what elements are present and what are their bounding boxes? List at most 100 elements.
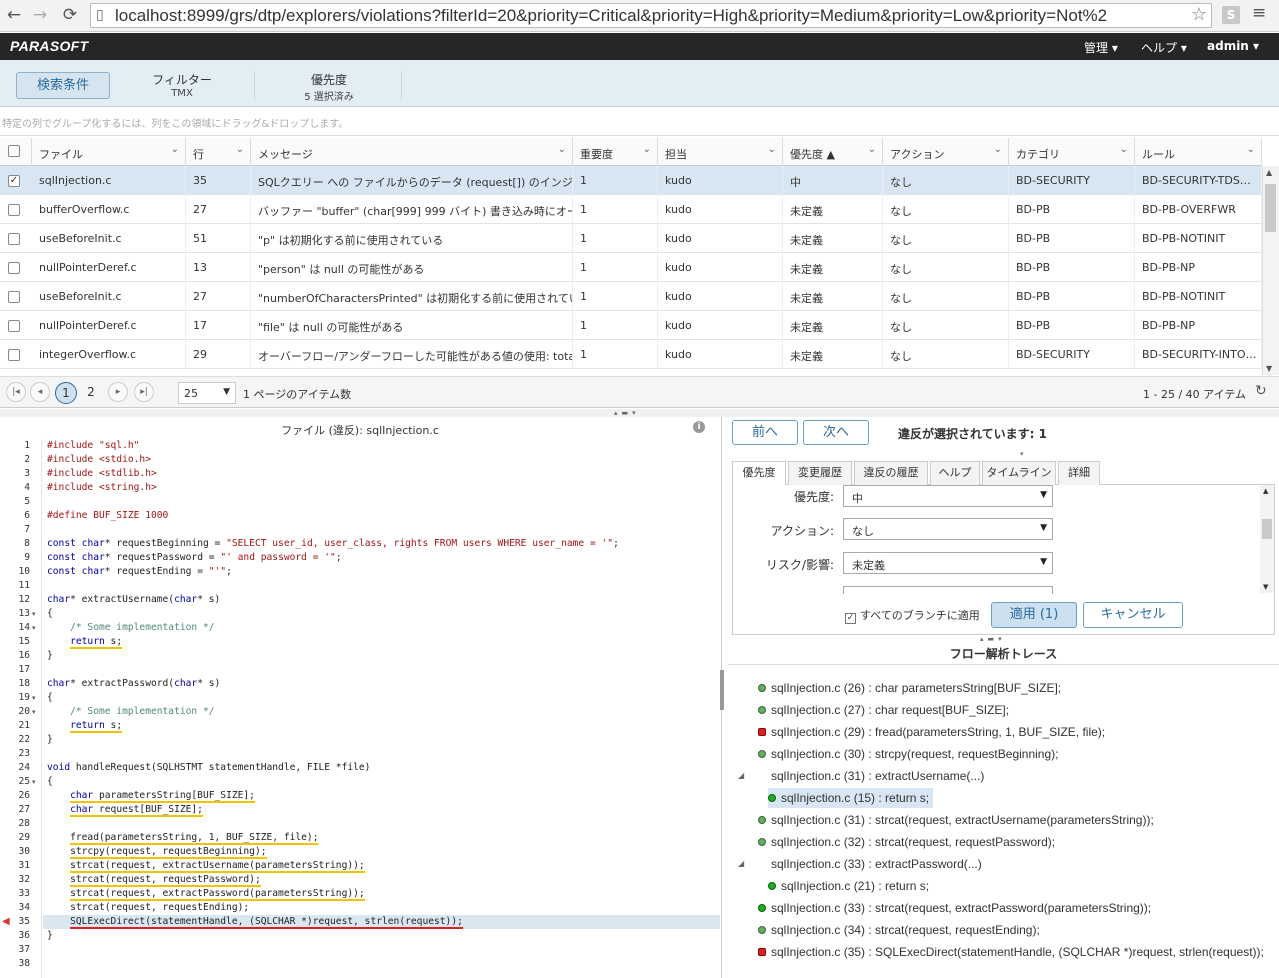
flow-trace-item[interactable]: sqlInjection.c (15) : return s;: [768, 788, 934, 808]
table-row[interactable]: useBeforeInit.c 51 "p" は初期化する前に使用されている 1 kud…: [0, 224, 1262, 253]
col-rule[interactable]: ルール ⌄: [1135, 138, 1262, 166]
tab-timeline[interactable]: タイムライン: [982, 461, 1056, 485]
col-message[interactable]: メッセージ ⌄: [251, 138, 573, 166]
bookmark-star-icon[interactable]: ☆: [1191, 4, 1207, 25]
flow-trace-item[interactable]: sqlInjection.c (27) : char request[BUF_S…: [758, 700, 1009, 720]
col-assignee[interactable]: 担当 ⌄: [658, 138, 783, 166]
url-text[interactable]: localhost:8999/grs/dtp/explorers/violati…: [115, 6, 1190, 26]
row-checkbox[interactable]: [8, 320, 20, 332]
last-page-icon[interactable]: ▸|: [134, 382, 154, 402]
col-action[interactable]: アクション ⌄: [883, 138, 1009, 166]
chevron-down-icon[interactable]: ⌄: [768, 144, 776, 155]
tab-details[interactable]: 詳細: [1058, 461, 1100, 485]
grid-scrollbar[interactable]: ▲ ▼: [1262, 166, 1279, 375]
expand-toggle-icon[interactable]: ◢: [738, 854, 744, 874]
tab-help[interactable]: ヘルプ: [930, 461, 980, 485]
select-all-cell[interactable]: [0, 138, 32, 166]
splitter-handle-icon[interactable]: ▴▬▾: [614, 409, 640, 417]
select-all-checkbox[interactable]: [8, 145, 20, 157]
grid-scroll-thumb[interactable]: [1265, 184, 1276, 232]
flow-trace-item[interactable]: sqlInjection.c (29) : fread(parametersSt…: [758, 722, 1105, 742]
first-page-icon[interactable]: |◂: [6, 382, 26, 402]
priority-selector[interactable]: 優先度 5 選択済み: [257, 71, 402, 103]
scroll-down-icon[interactable]: ▼: [1263, 583, 1268, 591]
flow-trace-item[interactable]: sqlInjection.c (31) : strcat(request, ex…: [758, 810, 1154, 830]
chevron-down-icon[interactable]: ⌄: [868, 144, 876, 155]
table-row[interactable]: bufferOverflow.c 27 バッファー "buffer" (char[9…: [0, 195, 1262, 224]
next-violation-button[interactable]: 次へ: [803, 420, 869, 445]
tab-priority[interactable]: 優先度: [732, 461, 786, 486]
row-checkbox[interactable]: [8, 262, 20, 274]
table-row[interactable]: integerOverflow.c 29 オーバーフロー/アンダーフローした可能性が…: [0, 340, 1262, 369]
prev-violation-button[interactable]: 前へ: [732, 420, 798, 445]
splitter-handle-icon[interactable]: ▴▬▾: [980, 635, 1006, 643]
col-priority[interactable]: 優先度 ▲ ⌄: [783, 138, 883, 166]
chevron-down-icon[interactable]: ⌄: [558, 144, 566, 155]
flow-trace-item[interactable]: sqlInjection.c (21) : return s;: [768, 876, 929, 896]
chevron-down-icon[interactable]: ⌄: [171, 144, 179, 155]
form-scroll-thumb[interactable]: [1262, 519, 1272, 539]
table-row[interactable]: ✓ sqlInjection.c 35 SQLクエリー への ファイルからのデータ (…: [0, 166, 1262, 195]
browser-menu-icon[interactable]: ≡: [1252, 3, 1266, 23]
flow-trace-item[interactable]: sqlInjection.c (32) : strcat(request, re…: [758, 832, 1055, 852]
expand-toggle-icon[interactable]: ◢: [738, 766, 744, 786]
flow-trace-item[interactable]: sqlInjection.c (31) : extractUsername(..…: [758, 766, 984, 786]
chevron-down-icon[interactable]: ⌄: [994, 144, 1002, 155]
page-size-select[interactable]: 25 ▼: [178, 382, 236, 404]
flow-trace-item[interactable]: sqlInjection.c (26) : char parametersStr…: [758, 678, 1061, 698]
chevron-down-icon[interactable]: ⌄: [643, 144, 651, 155]
col-line[interactable]: 行 ⌄: [186, 138, 251, 166]
admin-menu[interactable]: 管理 ▾: [1084, 39, 1118, 56]
page-number-current[interactable]: 1: [55, 382, 77, 404]
filter-selector[interactable]: フィルター TMX: [110, 71, 255, 99]
col-category[interactable]: カテゴリ ⌄: [1009, 138, 1135, 166]
apply-all-branches[interactable]: ✓ すべてのブランチに適用: [845, 607, 980, 624]
apply-button[interactable]: 適用 (1): [991, 602, 1077, 628]
table-row[interactable]: useBeforeInit.c 27 "numberOfCharactersPrin…: [0, 282, 1262, 311]
fold-toggle-icon[interactable]: ▾: [32, 775, 36, 789]
collapse-caret-icon[interactable]: ▾: [1020, 450, 1024, 458]
code-editor[interactable]: #include "sql.h" #include <stdio.h> #inclu…: [43, 439, 720, 978]
forward-arrow-icon[interactable]: →: [29, 4, 51, 26]
chevron-down-icon[interactable]: ⌄: [1120, 144, 1128, 155]
col-file[interactable]: ファイル ⌄: [32, 138, 186, 166]
tab-change-history[interactable]: 変更履歴: [788, 461, 852, 485]
flow-trace-item[interactable]: sqlInjection.c (34) : strcat(request, re…: [758, 920, 1040, 940]
row-checkbox[interactable]: [8, 291, 20, 303]
flow-trace-item[interactable]: sqlInjection.c (35) : SQLExecDirect(stat…: [758, 942, 1264, 962]
reload-icon[interactable]: ⟳: [59, 4, 81, 26]
vertical-splitter-handle[interactable]: [720, 670, 724, 710]
address-bar[interactable]: ▯ localhost:8999/grs/dtp/explorers/viola…: [90, 3, 1212, 28]
row-checkbox[interactable]: [8, 233, 20, 245]
extension-icon[interactable]: S: [1222, 6, 1240, 24]
table-row[interactable]: nullPointerDeref.c 13 "person" は null の可能性…: [0, 253, 1262, 282]
user-menu[interactable]: admin ▾: [1207, 39, 1259, 53]
deadline-field-partial[interactable]: [843, 586, 1053, 594]
row-checkbox[interactable]: ✓: [8, 175, 20, 187]
flow-trace-item[interactable]: sqlInjection.c (30) : strcpy(request, re…: [758, 744, 1058, 764]
help-menu[interactable]: ヘルプ ▾: [1141, 39, 1187, 56]
info-icon[interactable]: i: [693, 421, 705, 433]
tab-violation-history[interactable]: 違反の履歴: [854, 461, 928, 485]
row-checkbox[interactable]: [8, 349, 20, 361]
apply-all-checkbox[interactable]: ✓: [845, 613, 856, 624]
back-arrow-icon[interactable]: ←: [3, 4, 25, 26]
horizontal-splitter[interactable]: ▴▬▾: [0, 409, 1279, 417]
search-criteria-button[interactable]: 検索条件: [16, 72, 110, 99]
row-checkbox[interactable]: [8, 204, 20, 216]
priority-select[interactable]: 中 ▼: [843, 485, 1053, 507]
violation-marker-icon[interactable]: ◀: [2, 915, 10, 929]
chevron-down-icon[interactable]: ⌄: [1247, 144, 1255, 155]
risk-select[interactable]: 未定義 ▼: [843, 552, 1053, 574]
fold-toggle-icon[interactable]: ▾: [32, 607, 36, 621]
action-select[interactable]: なし ▼: [843, 518, 1053, 540]
cancel-button[interactable]: キャンセル: [1083, 602, 1183, 628]
fold-toggle-icon[interactable]: ▾: [32, 691, 36, 705]
next-page-icon[interactable]: ▸: [108, 382, 128, 402]
table-row[interactable]: nullPointerDeref.c 17 "file" は null の可能性があ…: [0, 311, 1262, 340]
flow-trace-item[interactable]: sqlInjection.c (33) : strcat(request, ex…: [758, 898, 1151, 918]
fold-toggle-icon[interactable]: ▾: [32, 621, 36, 635]
refresh-icon[interactable]: ↻: [1255, 383, 1267, 399]
chevron-down-icon[interactable]: ⌄: [236, 144, 244, 155]
form-scrollbar[interactable]: ▲ ▼: [1260, 485, 1274, 593]
